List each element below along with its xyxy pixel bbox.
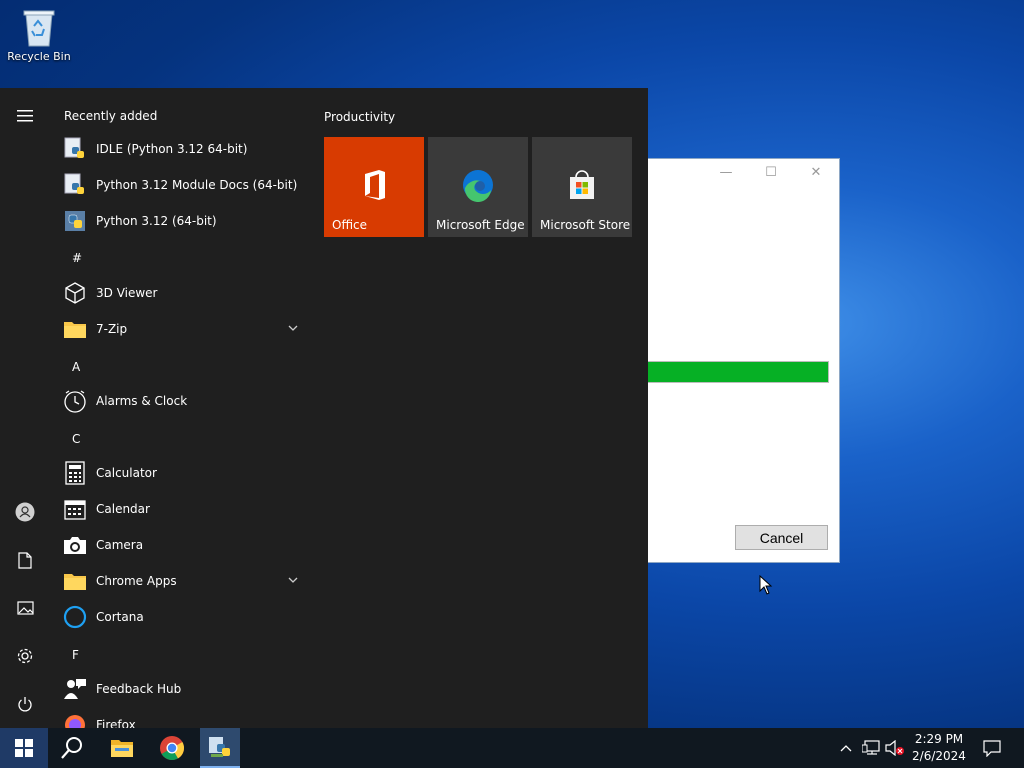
app-label: Alarms & Clock — [96, 394, 188, 408]
cancel-button[interactable]: Cancel — [735, 525, 828, 550]
close-button[interactable]: ✕ — [806, 165, 826, 180]
app-label: Python 3.12 (64-bit) — [96, 214, 217, 228]
clock-time: 2:29 PM — [914, 732, 964, 746]
notification-icon — [983, 739, 1001, 757]
recycle-bin-icon — [20, 6, 58, 48]
chrome-button[interactable] — [148, 728, 196, 768]
recycle-bin[interactable]: Recycle Bin — [4, 6, 74, 63]
tiles-group-title[interactable]: Productivity — [324, 110, 395, 124]
start-icon — [15, 739, 33, 757]
app-item-cortana[interactable]: Cortana — [62, 599, 304, 635]
start-menu: Recently added IDLE (Python 3.12 64-bit)… — [0, 88, 648, 728]
settings-icon[interactable] — [13, 644, 37, 668]
cube-icon — [62, 280, 88, 306]
app-label: 3D Viewer — [96, 286, 158, 300]
user-icon[interactable] — [13, 500, 37, 524]
action-center-button[interactable] — [978, 728, 1006, 768]
tile-label: Microsoft Edge — [436, 218, 525, 232]
taskbar: 2:29 PM 2/6/2024 — [0, 728, 1024, 768]
app-item-idle[interactable]: IDLE (Python 3.12 64-bit) — [62, 131, 304, 167]
camera-icon — [62, 532, 88, 558]
app-label: Calculator — [96, 466, 157, 480]
chevron-down-icon[interactable] — [288, 323, 298, 333]
chevron-up-icon — [840, 745, 852, 752]
app-item-calculator[interactable]: Calculator — [62, 455, 304, 491]
clock[interactable]: 2:29 PM 2/6/2024 — [904, 731, 974, 765]
hamburger-icon[interactable] — [13, 104, 37, 128]
python-installer-button[interactable] — [200, 728, 240, 768]
search-button[interactable] — [48, 728, 96, 768]
cortana-icon — [62, 604, 88, 630]
tile-label: Microsoft Store — [540, 218, 631, 232]
mouse-cursor-icon — [759, 575, 773, 595]
app-label: IDLE (Python 3.12 64-bit) — [96, 142, 248, 156]
app-item-chrome-apps[interactable]: Chrome Apps — [62, 563, 304, 599]
start-rail — [0, 88, 50, 728]
clock-icon — [62, 388, 88, 414]
app-item-feedback-hub[interactable]: Feedback Hub — [62, 671, 304, 707]
app-item-python-docs[interactable]: Python 3.12 Module Docs (64-bit) — [62, 167, 304, 203]
store-icon — [570, 170, 594, 199]
app-label: Calendar — [96, 502, 150, 516]
app-item-7zip[interactable]: 7-Zip — [62, 311, 304, 347]
app-item-alarms[interactable]: Alarms & Clock — [62, 383, 304, 419]
file-explorer-button[interactable] — [98, 728, 146, 768]
power-icon[interactable] — [13, 692, 37, 716]
calculator-icon — [62, 460, 88, 486]
app-label: Camera — [96, 538, 144, 552]
app-label: Python 3.12 Module Docs (64-bit) — [96, 178, 298, 192]
folder-icon — [62, 316, 88, 342]
app-label: Feedback Hub — [96, 682, 182, 696]
feedback-icon — [62, 676, 88, 702]
search-icon — [61, 737, 82, 759]
recycle-bin-label: Recycle Bin — [7, 50, 71, 63]
app-label: Firefox — [96, 718, 136, 728]
clock-date: 2/6/2024 — [912, 749, 966, 763]
folder-icon — [62, 568, 88, 594]
volume-muted-icon — [885, 740, 904, 756]
office-icon — [365, 170, 385, 200]
progress-fill — [642, 362, 828, 382]
app-list: Recently added IDLE (Python 3.12 64-bit)… — [50, 88, 310, 728]
network-icon — [862, 740, 880, 755]
chrome-icon — [160, 736, 185, 761]
python-icon — [62, 208, 88, 234]
app-item-3d-viewer[interactable]: 3D Viewer — [62, 275, 304, 311]
firefox-icon — [62, 712, 88, 728]
group-letter[interactable]: C — [72, 432, 80, 446]
maximize-button[interactable]: ☐ — [761, 165, 781, 180]
group-letter[interactable]: # — [72, 251, 82, 265]
document-icon[interactable] — [13, 548, 37, 572]
app-label: Chrome Apps — [96, 574, 177, 588]
tile-label: Office — [332, 218, 368, 232]
tile-edge[interactable]: Microsoft Edge — [428, 137, 528, 237]
group-letter[interactable]: F — [72, 648, 79, 662]
python-installer-icon — [209, 737, 230, 757]
pictures-icon[interactable] — [13, 596, 37, 620]
file-explorer-icon — [111, 740, 133, 757]
calendar-icon — [62, 496, 88, 522]
app-item-python[interactable]: Python 3.12 (64-bit) — [62, 203, 304, 239]
app-item-camera[interactable]: Camera — [62, 527, 304, 563]
python-idle-icon — [62, 136, 88, 162]
volume-button[interactable] — [884, 728, 906, 768]
app-label: 7-Zip — [96, 322, 128, 336]
tile-office[interactable]: Office — [324, 137, 424, 237]
progress-bar — [641, 361, 829, 383]
network-button[interactable] — [860, 728, 882, 768]
python-docs-icon — [62, 172, 88, 198]
group-letter[interactable]: A — [72, 360, 80, 374]
start-button[interactable] — [0, 728, 48, 768]
recently-added-title: Recently added — [64, 109, 158, 123]
show-hidden-icons[interactable] — [838, 728, 854, 768]
app-label: Cortana — [96, 610, 144, 624]
chevron-down-icon[interactable] — [288, 575, 298, 585]
edge-icon — [463, 170, 493, 202]
app-item-firefox[interactable]: Firefox — [62, 707, 304, 728]
tile-store[interactable]: Microsoft Store — [532, 137, 632, 237]
minimize-button[interactable]: — — [716, 165, 736, 180]
app-item-calendar[interactable]: Calendar — [62, 491, 304, 527]
